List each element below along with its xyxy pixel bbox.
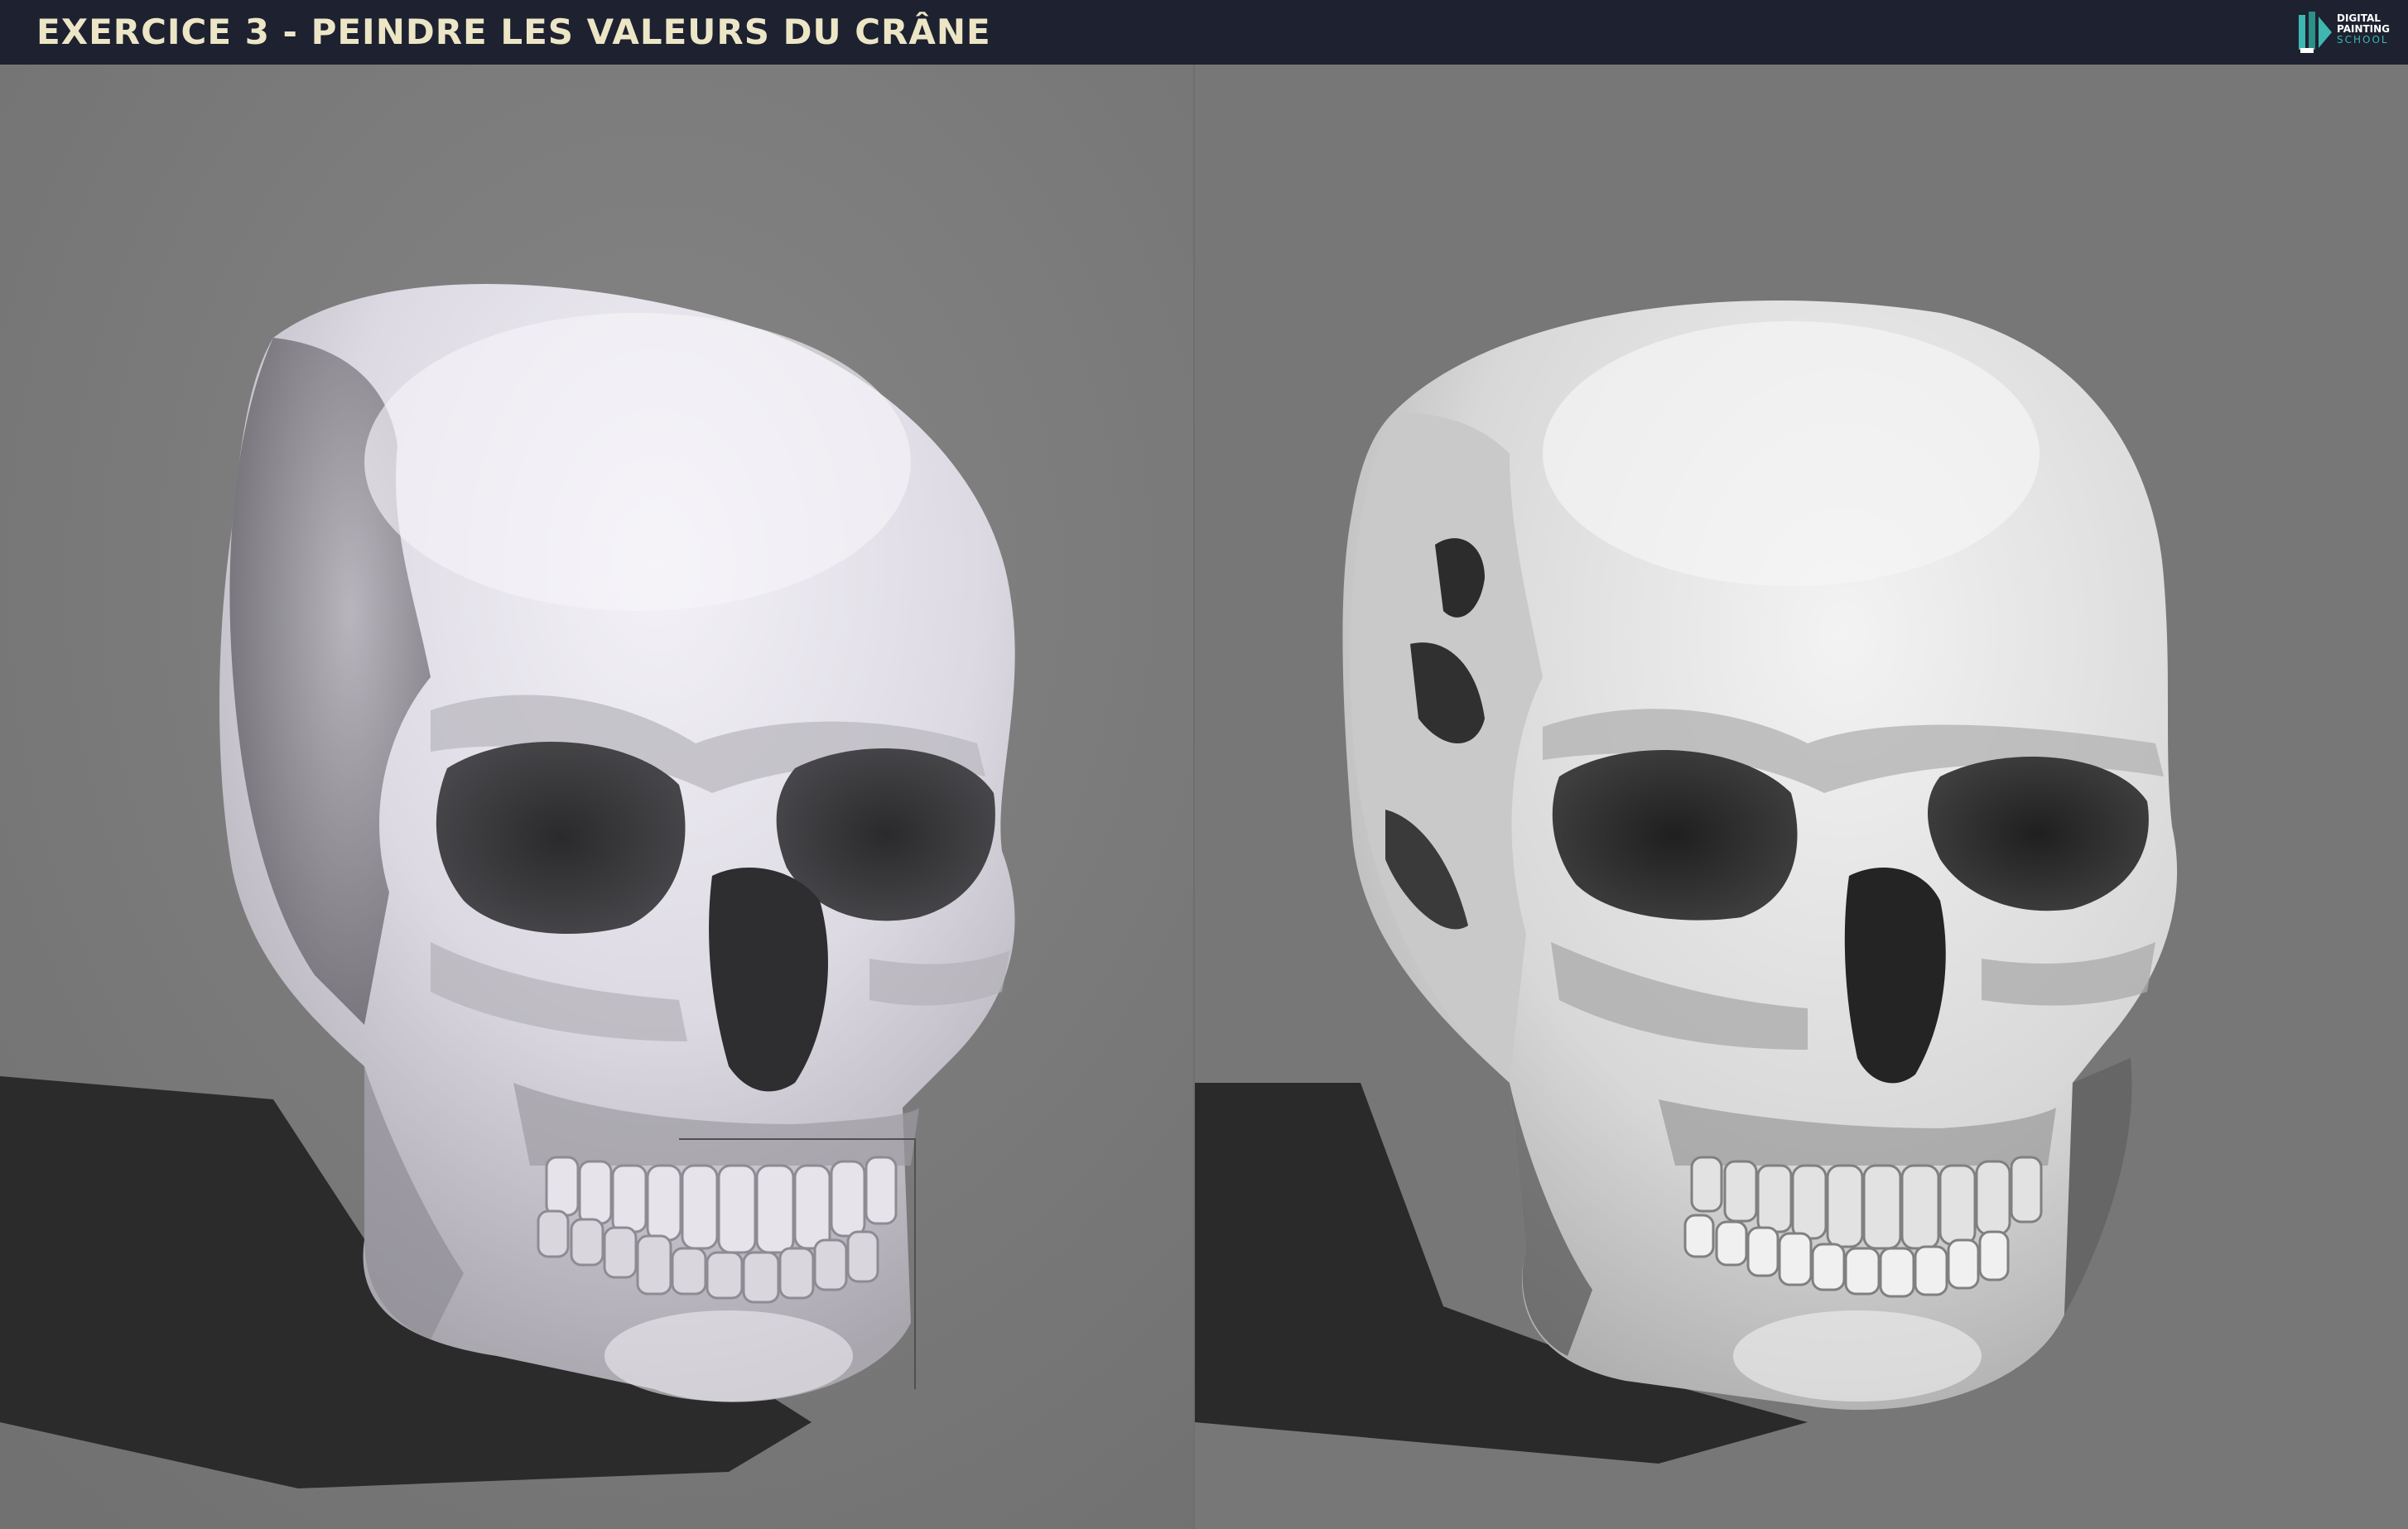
skull-render-image xyxy=(0,65,1193,1529)
logo-text: DIGITAL PAINTING SCHOOL xyxy=(2337,13,2390,46)
left-eye-socket xyxy=(436,741,686,934)
school-logo[interactable]: DIGITAL PAINTING SCHOOL xyxy=(2294,8,2393,56)
page-title: EXERCICE 3 - PEINDRE LES VALEURS DU CRÂN… xyxy=(36,12,991,52)
brush-pencil-icon xyxy=(2299,12,2332,53)
painted-study-panel xyxy=(1195,65,2408,1529)
logo-line-3: SCHOOL xyxy=(2337,34,2389,46)
left-eye-socket xyxy=(1552,749,1798,921)
reference-render-panel xyxy=(0,65,1193,1529)
header-bar: EXERCICE 3 - PEINDRE LES VALEURS DU CRÂN… xyxy=(0,0,2408,65)
skull-painting-image xyxy=(1195,65,2408,1529)
